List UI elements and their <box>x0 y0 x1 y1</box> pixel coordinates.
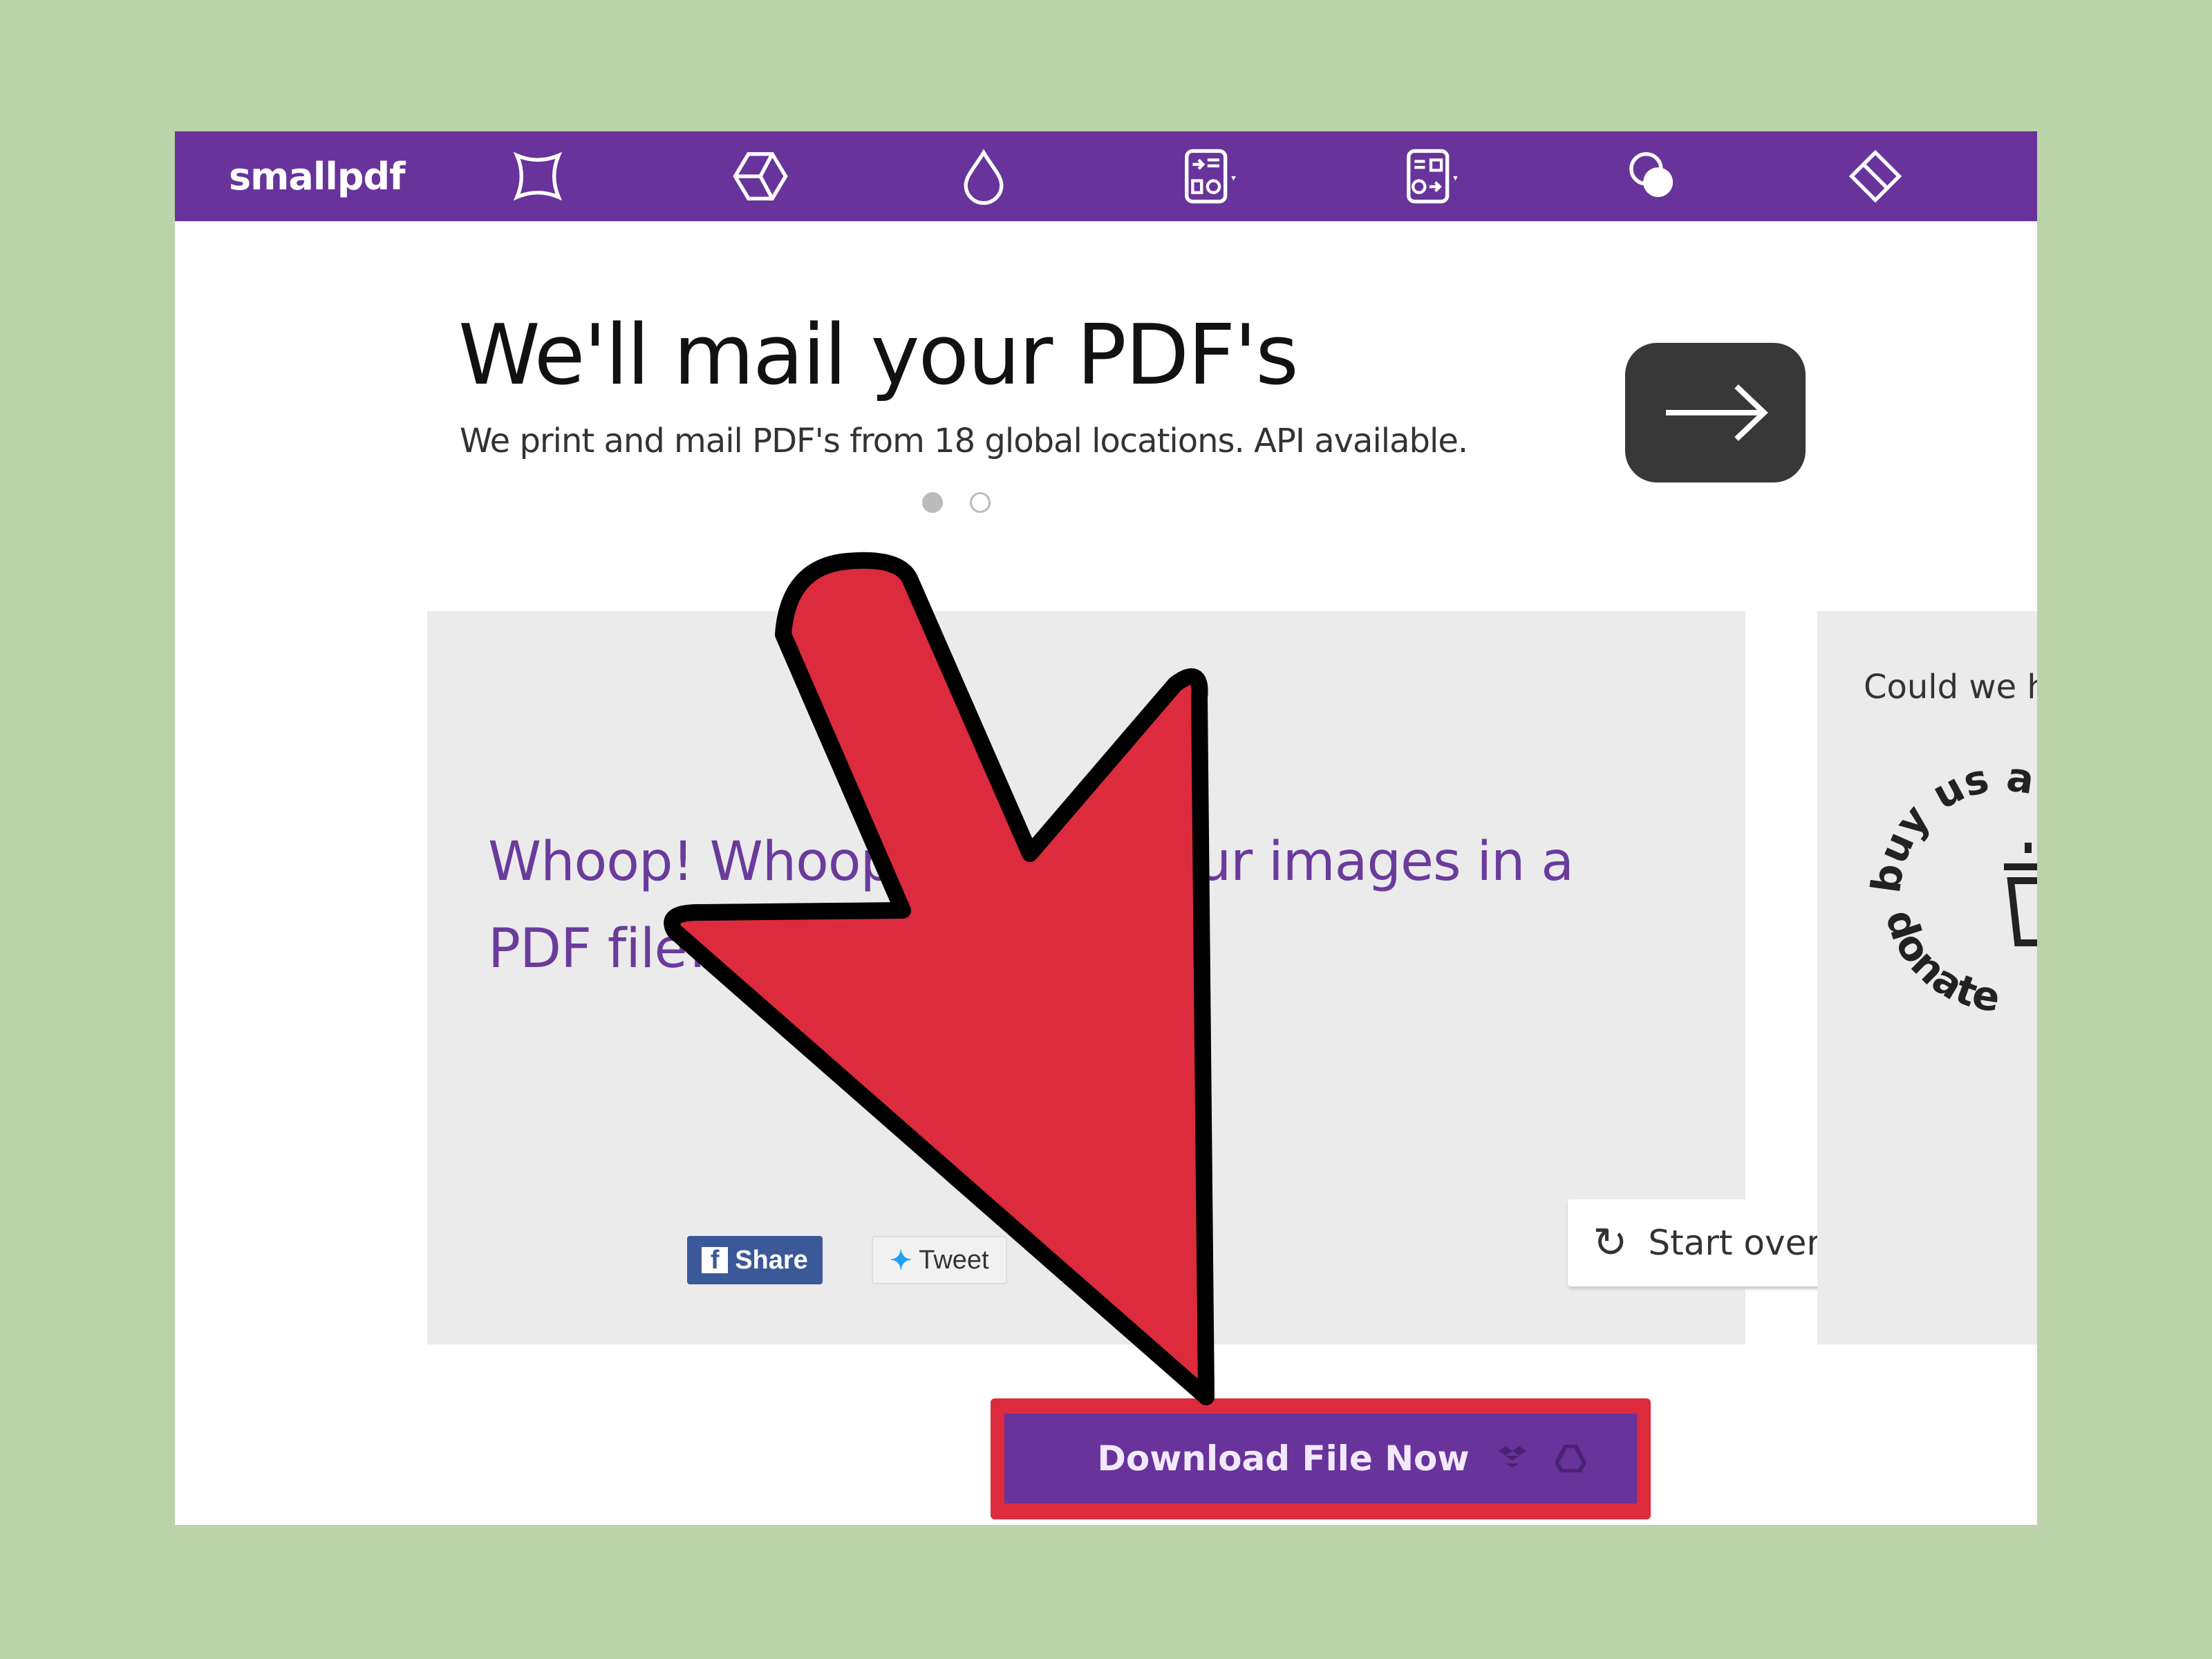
pointer-arrow-annotation <box>664 552 1215 1405</box>
red-arrow <box>664 552 1215 1405</box>
